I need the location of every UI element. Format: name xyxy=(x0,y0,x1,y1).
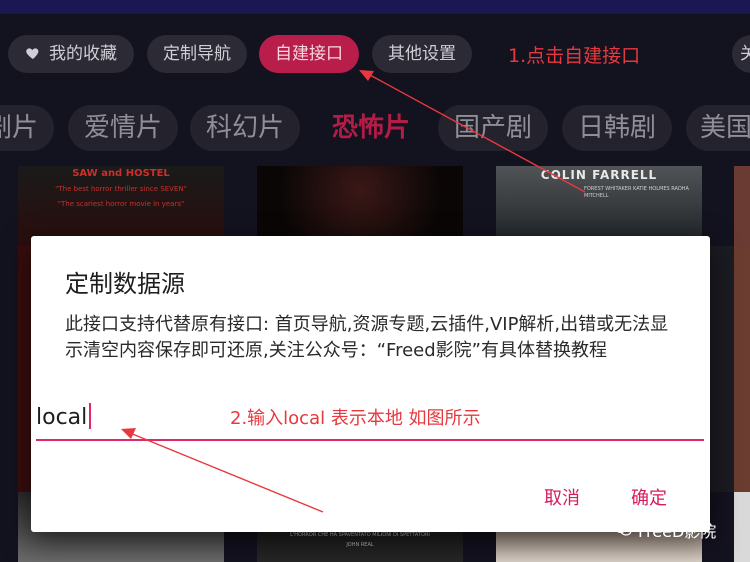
arrowhead-2 xyxy=(121,428,136,439)
annotation-arrows xyxy=(121,70,586,513)
watermark-text: FreeD影院 xyxy=(638,522,717,541)
arrow-line-1 xyxy=(369,74,586,193)
arrow-line-2 xyxy=(129,432,324,513)
watermark: FreeD影院 xyxy=(614,518,732,541)
wechat-icon xyxy=(614,522,632,536)
